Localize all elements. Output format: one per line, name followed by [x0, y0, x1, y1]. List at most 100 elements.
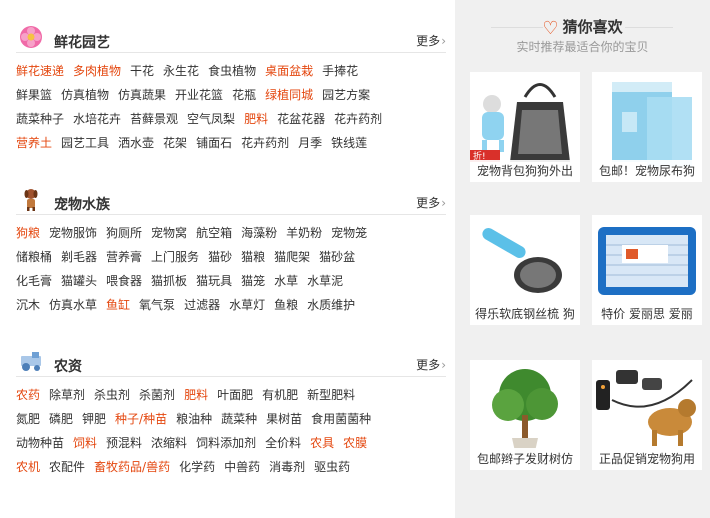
- category-link[interactable]: 猫笼: [241, 269, 265, 293]
- category-link[interactable]: 水草泥: [307, 269, 343, 293]
- category-link[interactable]: 全价料: [265, 431, 301, 455]
- product-card[interactable]: 包邮！宠物尿布狗: [592, 72, 702, 182]
- category-link[interactable]: 狗厕所: [106, 221, 142, 245]
- category-link[interactable]: 饲料: [73, 431, 97, 455]
- category-link[interactable]: 储粮桶: [16, 245, 52, 269]
- category-link[interactable]: 鱼缸: [106, 293, 130, 317]
- category-link[interactable]: 杀菌剂: [139, 383, 175, 407]
- category-link[interactable]: 多肉植物: [73, 59, 121, 83]
- category-link[interactable]: 氮肥: [16, 407, 40, 431]
- category-link[interactable]: 饲料添加剂: [196, 431, 256, 455]
- category-link[interactable]: 化毛膏: [16, 269, 52, 293]
- category-link[interactable]: 水培花卉: [73, 107, 121, 131]
- category-link[interactable]: 花瓶: [232, 83, 256, 107]
- category-link[interactable]: 沉木: [16, 293, 40, 317]
- category-link[interactable]: 花架: [163, 131, 187, 155]
- category-link[interactable]: 喂食器: [106, 269, 142, 293]
- category-link[interactable]: 猫玩具: [196, 269, 232, 293]
- category-link[interactable]: 有机肥: [262, 383, 298, 407]
- category-link[interactable]: 手捧花: [322, 59, 358, 83]
- product-card[interactable]: 特价 爱丽思 爱丽: [592, 215, 702, 325]
- category-link[interactable]: 铺面石: [196, 131, 232, 155]
- category-link[interactable]: 浓缩料: [151, 431, 187, 455]
- category-link[interactable]: 宠物服饰: [49, 221, 97, 245]
- more-link[interactable]: 更多›: [416, 32, 446, 49]
- product-card[interactable]: 得乐软底钢丝梳 狗: [470, 215, 580, 325]
- category-link[interactable]: 肥料: [244, 107, 268, 131]
- category-link[interactable]: 桌面盆栽: [265, 59, 313, 83]
- category-link[interactable]: 园艺方案: [322, 83, 370, 107]
- category-link[interactable]: 宠物笼: [331, 221, 367, 245]
- more-link[interactable]: 更多›: [416, 356, 446, 373]
- category-link[interactable]: 海藻粉: [241, 221, 277, 245]
- category-link[interactable]: 过滤器: [184, 293, 220, 317]
- category-link[interactable]: 羊奶粉: [286, 221, 322, 245]
- category-link[interactable]: 种子/种苗: [115, 407, 167, 431]
- category-link[interactable]: 猫砂盆: [319, 245, 355, 269]
- product-card[interactable]: 正品促销宠物狗用: [592, 360, 702, 470]
- category-link[interactable]: 苔藓景观: [130, 107, 178, 131]
- category-link[interactable]: 叶面肥: [217, 383, 253, 407]
- category-link[interactable]: 猫抓板: [151, 269, 187, 293]
- category-link[interactable]: 猫爬架: [274, 245, 310, 269]
- category-link[interactable]: 农机: [16, 455, 40, 479]
- category-link[interactable]: 预混料: [106, 431, 142, 455]
- category-link[interactable]: 干花: [130, 59, 154, 83]
- category-link[interactable]: 鲜果篮: [16, 83, 52, 107]
- category-link[interactable]: 杀虫剂: [94, 383, 130, 407]
- category-link[interactable]: 化学药: [179, 455, 215, 479]
- category-link[interactable]: 猫粮: [241, 245, 265, 269]
- category-link[interactable]: 空气凤梨: [187, 107, 235, 131]
- category-link[interactable]: 花卉药剂: [334, 107, 382, 131]
- category-link[interactable]: 宠物窝: [151, 221, 187, 245]
- category-link[interactable]: 鱼粮: [274, 293, 298, 317]
- category-link[interactable]: 仿真植物: [61, 83, 109, 107]
- category-link[interactable]: 农膜: [343, 431, 367, 455]
- category-link[interactable]: 蔬菜种: [221, 407, 257, 431]
- category-link[interactable]: 磷肥: [49, 407, 73, 431]
- category-link[interactable]: 花卉药剂: [241, 131, 289, 155]
- category-link[interactable]: 月季: [298, 131, 322, 155]
- more-link[interactable]: 更多›: [416, 194, 446, 211]
- category-link[interactable]: 粮油种: [176, 407, 212, 431]
- category-link[interactable]: 农具: [310, 431, 334, 455]
- category-link[interactable]: 消毒剂: [269, 455, 305, 479]
- category-link[interactable]: 水草灯: [229, 293, 265, 317]
- category-link[interactable]: 剃毛器: [61, 245, 97, 269]
- category-link[interactable]: 除草剂: [49, 383, 85, 407]
- category-link[interactable]: 食虫植物: [208, 59, 256, 83]
- category-link[interactable]: 驱虫药: [314, 455, 350, 479]
- category-link[interactable]: 食用菌菌种: [311, 407, 371, 431]
- category-link[interactable]: 畜牧药品/兽药: [94, 455, 170, 479]
- category-link[interactable]: 蔬菜种子: [16, 107, 64, 131]
- category-link[interactable]: 水质维护: [307, 293, 355, 317]
- category-link[interactable]: 绿植同城: [265, 83, 313, 107]
- category-link[interactable]: 园艺工具: [61, 131, 109, 155]
- category-link[interactable]: 铁线莲: [331, 131, 367, 155]
- category-link[interactable]: 永生花: [163, 59, 199, 83]
- category-link[interactable]: 狗粮: [16, 221, 40, 245]
- category-link[interactable]: 上门服务: [151, 245, 199, 269]
- category-link[interactable]: 仿真水草: [49, 293, 97, 317]
- product-card[interactable]: 折! 宠物背包狗狗外出: [470, 72, 580, 182]
- category-link[interactable]: 农配件: [49, 455, 85, 479]
- category-link[interactable]: 中兽药: [224, 455, 260, 479]
- category-link[interactable]: 洒水壶: [118, 131, 154, 155]
- category-link[interactable]: 猫罐头: [61, 269, 97, 293]
- category-link[interactable]: 开业花篮: [175, 83, 223, 107]
- category-link[interactable]: 动物种苗: [16, 431, 64, 455]
- category-link[interactable]: 水草: [274, 269, 298, 293]
- category-link[interactable]: 新型肥料: [307, 383, 355, 407]
- category-link[interactable]: 猫砂: [208, 245, 232, 269]
- category-link[interactable]: 钾肥: [82, 407, 106, 431]
- category-link[interactable]: 营养土: [16, 131, 52, 155]
- category-link[interactable]: 花盆花器: [277, 107, 325, 131]
- category-link[interactable]: 果树苗: [266, 407, 302, 431]
- category-link[interactable]: 肥料: [184, 383, 208, 407]
- category-link[interactable]: 仿真蔬果: [118, 83, 166, 107]
- category-link[interactable]: 营养膏: [106, 245, 142, 269]
- category-link[interactable]: 农药: [16, 383, 40, 407]
- category-link[interactable]: 航空箱: [196, 221, 232, 245]
- category-link[interactable]: 鲜花速递: [16, 59, 64, 83]
- product-card[interactable]: 包邮辫子发财树仿: [470, 360, 580, 470]
